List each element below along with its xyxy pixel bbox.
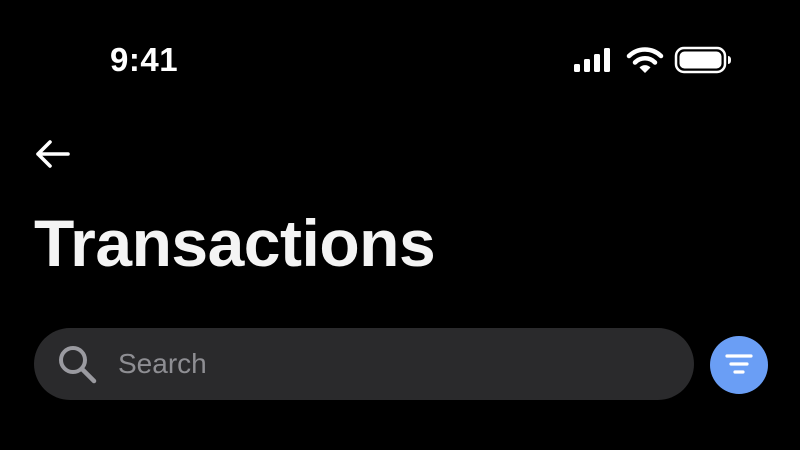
search-icon bbox=[59, 346, 97, 384]
status-bar: 9:41 bbox=[0, 0, 800, 110]
status-time: 9:41 bbox=[110, 41, 179, 78]
page-title: Transactions bbox=[34, 206, 436, 280]
cellular-signal-icon bbox=[574, 48, 610, 72]
search-bar[interactable] bbox=[34, 328, 694, 400]
filter-button[interactable] bbox=[710, 336, 768, 394]
filter-icon bbox=[725, 354, 753, 374]
search-input[interactable] bbox=[118, 334, 694, 394]
wifi-icon bbox=[626, 47, 664, 73]
arrow-left-icon bbox=[36, 140, 70, 168]
back-button[interactable] bbox=[30, 132, 74, 176]
battery-icon bbox=[674, 46, 731, 74]
status-icons bbox=[572, 44, 732, 76]
